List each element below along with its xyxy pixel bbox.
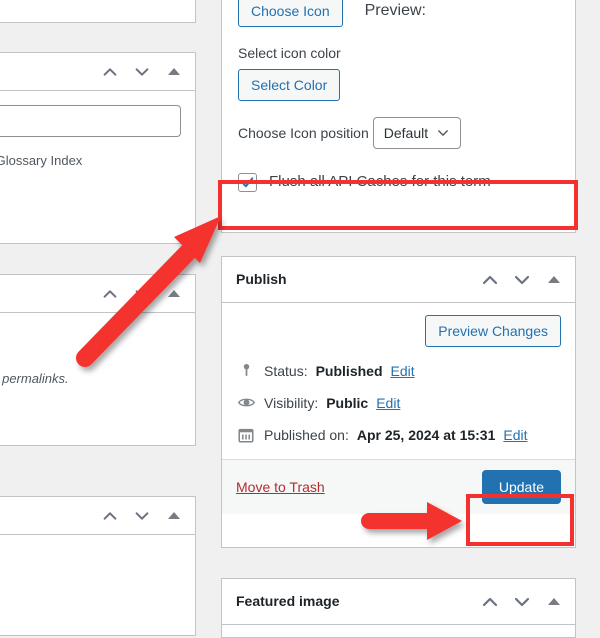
chevron-up-icon[interactable] [479, 591, 501, 613]
triangle-toggle-icon[interactable] [543, 591, 565, 613]
triangle-toggle-icon[interactable] [163, 61, 185, 83]
panel-header-glossary [0, 53, 195, 91]
left-panel-glossary: e on the Glossary Index [0, 52, 196, 244]
chevron-down-icon[interactable] [511, 591, 533, 613]
screenshot-root: e on the Glossary Index a [0, 0, 600, 638]
chevron-down-icon[interactable] [131, 61, 153, 83]
panel-header-bottom [0, 497, 195, 535]
calendar-icon [236, 426, 256, 444]
publish-panel-title: Publish [236, 270, 287, 287]
post-status-pin-icon [236, 362, 256, 379]
publish-date-value: Apr 25, 2024 at 15:31 [356, 427, 496, 443]
glossary-text-input[interactable] [0, 105, 181, 137]
featured-image-panel: Featured image [221, 578, 576, 638]
publish-status-label: Status: [264, 362, 308, 379]
publish-panel: Publish Preview Changes Status: Publishe… [221, 256, 576, 548]
glossary-help-text: e on the Glossary Index [0, 153, 83, 168]
publish-date-label: Published on: [264, 427, 349, 443]
chevron-up-icon[interactable] [99, 61, 121, 83]
chevron-down-icon[interactable] [131, 505, 153, 527]
icon-position-value: Default [383, 125, 429, 141]
publish-actions-bar: Move to Trash Update [222, 459, 575, 514]
edit-visibility-link[interactable]: Edit [376, 395, 400, 411]
chevron-up-icon[interactable] [99, 505, 121, 527]
panel-body-permalinks: aste their permalinks. [0, 313, 195, 403]
choose-icon-button[interactable]: Choose Icon [238, 0, 343, 27]
left-panel-bottom [0, 496, 196, 636]
publish-status-value: Published [315, 362, 383, 379]
chevron-down-icon[interactable] [511, 269, 533, 291]
publish-status-row: Status: Published Edit [236, 355, 561, 386]
choose-icon-position-label: Choose Icon position [238, 124, 369, 141]
panel-header-permalinks [0, 275, 195, 313]
panel-body-glossary: e on the Glossary Index [0, 91, 195, 185]
publish-date-row: Published on: Apr 25, 2024 at 15:31 Edit [236, 419, 561, 451]
move-to-trash-link[interactable]: Move to Trash [236, 479, 325, 495]
flush-api-caches-checkbox[interactable] [238, 172, 257, 192]
publish-visibility-value: Public [326, 394, 369, 411]
chevron-down-icon[interactable] [131, 283, 153, 305]
publish-visibility-row: Visibility: Public Edit [236, 386, 561, 419]
preview-changes-button[interactable]: Preview Changes [425, 315, 561, 347]
left-panel-permalinks: aste their permalinks. [0, 274, 196, 446]
icon-settings-panel: Choose Icon Preview: Select icon color S… [221, 0, 576, 233]
preview-label: Preview: [364, 2, 426, 19]
icon-settings-body: Choose Icon Preview: Select icon color S… [222, 0, 575, 194]
flush-api-caches-label: Flush all API Caches for this term [269, 173, 491, 190]
visibility-eye-icon [236, 393, 256, 412]
edit-date-link[interactable]: Edit [503, 427, 527, 443]
publish-visibility-label: Visibility: [264, 394, 319, 411]
edit-status-link[interactable]: Edit [391, 363, 415, 379]
select-color-button[interactable]: Select Color [238, 69, 341, 101]
triangle-toggle-icon[interactable] [543, 269, 565, 291]
permalinks-help-text: aste their permalinks. [0, 371, 69, 386]
featured-image-panel-title: Featured image [236, 592, 340, 609]
update-button[interactable]: Update [481, 470, 561, 504]
select-icon-color-label: Select icon color [238, 45, 341, 61]
chevron-up-icon[interactable] [479, 269, 501, 291]
triangle-toggle-icon[interactable] [163, 505, 185, 527]
icon-position-select[interactable]: Default [372, 117, 462, 149]
left-panel-top [0, 0, 196, 23]
chevron-up-icon[interactable] [99, 283, 121, 305]
publish-panel-body: Preview Changes Status: Published Edit V… [222, 303, 575, 459]
chevron-down-icon [436, 126, 450, 140]
publish-panel-header: Publish [222, 257, 575, 303]
featured-image-panel-header: Featured image [222, 579, 575, 625]
triangle-toggle-icon[interactable] [163, 283, 185, 305]
